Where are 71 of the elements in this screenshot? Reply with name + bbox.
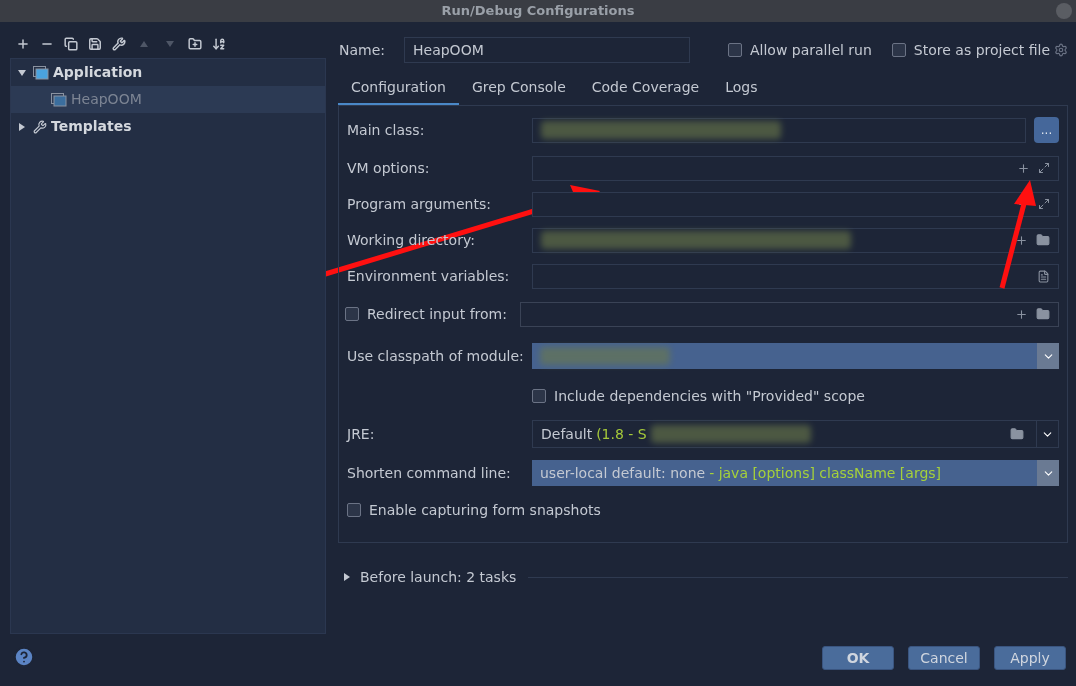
tab[interactable]: Configuration: [338, 72, 459, 106]
tree-label: Application: [53, 63, 143, 82]
expand-icon[interactable]: [1038, 198, 1050, 210]
help-icon[interactable]: [13, 646, 35, 668]
move-up-icon: [139, 39, 149, 49]
options-field[interactable]: [532, 155, 1059, 181]
tree-item[interactable]: Application: [11, 59, 325, 86]
expand-icon[interactable]: [1038, 162, 1050, 174]
checkbox[interactable]: [345, 307, 359, 321]
dialog-button[interactable]: Cancel: [908, 646, 980, 670]
jre-version: (1.8 - S: [596, 424, 647, 444]
dialog-button[interactable]: Apply: [994, 646, 1066, 670]
checkbox[interactable]: [891, 43, 906, 57]
settings-icon[interactable]: [1054, 43, 1068, 57]
shorten-dropdown[interactable]: user-local default: none - java [options] className [args]: [532, 460, 1059, 486]
environment-field[interactable]: [532, 263, 1059, 289]
add-icon[interactable]: [1017, 161, 1030, 175]
field-label: Main class:: [347, 120, 426, 140]
checkbox-label: Store as project file: [913, 40, 1050, 60]
collapse-icon: [17, 67, 27, 78]
expand-icon: [17, 121, 27, 132]
tab[interactable]: Grep Console: [458, 72, 579, 106]
tree-label: HeapOOM: [71, 90, 142, 109]
checkbox[interactable]: [728, 43, 742, 57]
tab[interactable]: Code Coverage: [578, 72, 713, 106]
dropdown-value: user-local default: none: [540, 463, 706, 483]
checkbox[interactable]: [532, 389, 546, 403]
tree-label: Templates: [51, 117, 132, 136]
name-field[interactable]: HeapOOM: [404, 37, 690, 63]
field-label: Environment variables:: [347, 266, 511, 286]
field-label: Redirect input from:: [367, 304, 507, 324]
checkbox-label: Allow parallel run: [750, 40, 872, 60]
redirect-field[interactable]: [520, 301, 1059, 327]
field-label: JRE:: [347, 424, 376, 444]
options-field[interactable]: [532, 191, 1059, 217]
directory-field[interactable]: [532, 227, 1059, 253]
checkbox[interactable]: [347, 503, 361, 517]
copy-icon[interactable]: [64, 37, 78, 51]
field-label: Shorten command line:: [347, 463, 512, 483]
tree-item[interactable]: Templates: [11, 113, 325, 140]
tab[interactable]: Logs: [712, 72, 771, 106]
name-label: Name:: [338, 40, 387, 60]
folder-icon[interactable]: [1036, 307, 1050, 321]
wrench-icon[interactable]: [112, 37, 126, 51]
folder-icon[interactable]: [1010, 427, 1024, 441]
before-launch-section[interactable]: Before launch: 2 tasks: [360, 566, 517, 588]
expand-icon: [342, 572, 352, 582]
field-label: Program arguments:: [347, 194, 492, 214]
checkbox-label: Enable capturing form snapshots: [369, 500, 601, 520]
browse-button[interactable]: ...: [1034, 117, 1059, 143]
folder-icon[interactable]: [188, 37, 202, 51]
move-down-icon: [165, 39, 175, 49]
folder-icon[interactable]: [1036, 233, 1050, 247]
add-icon[interactable]: [1015, 307, 1028, 321]
window-title: Run/Debug Configurations: [441, 2, 635, 21]
jre-dropdown[interactable]: Default (1.8 - S: [532, 420, 1059, 448]
add-icon[interactable]: [16, 37, 30, 51]
field-label: Use classpath of module:: [347, 346, 525, 366]
main-class-field[interactable]: [532, 117, 1026, 143]
sort-icon[interactable]: [212, 37, 226, 51]
dropdown-detail: - java [options] className [args]: [709, 463, 942, 483]
dialog-button[interactable]: OK: [822, 646, 894, 670]
checkbox-label: Include dependencies with "Provided" scope: [554, 386, 865, 406]
document-icon[interactable]: [1037, 269, 1050, 283]
window-icon: [33, 65, 49, 80]
save-icon[interactable]: [88, 37, 102, 51]
window-icon: [51, 92, 67, 107]
wrench-icon: [33, 119, 47, 134]
add-icon[interactable]: [1015, 233, 1028, 247]
field-label: VM options:: [347, 158, 431, 178]
jre-value: Default: [541, 424, 593, 444]
